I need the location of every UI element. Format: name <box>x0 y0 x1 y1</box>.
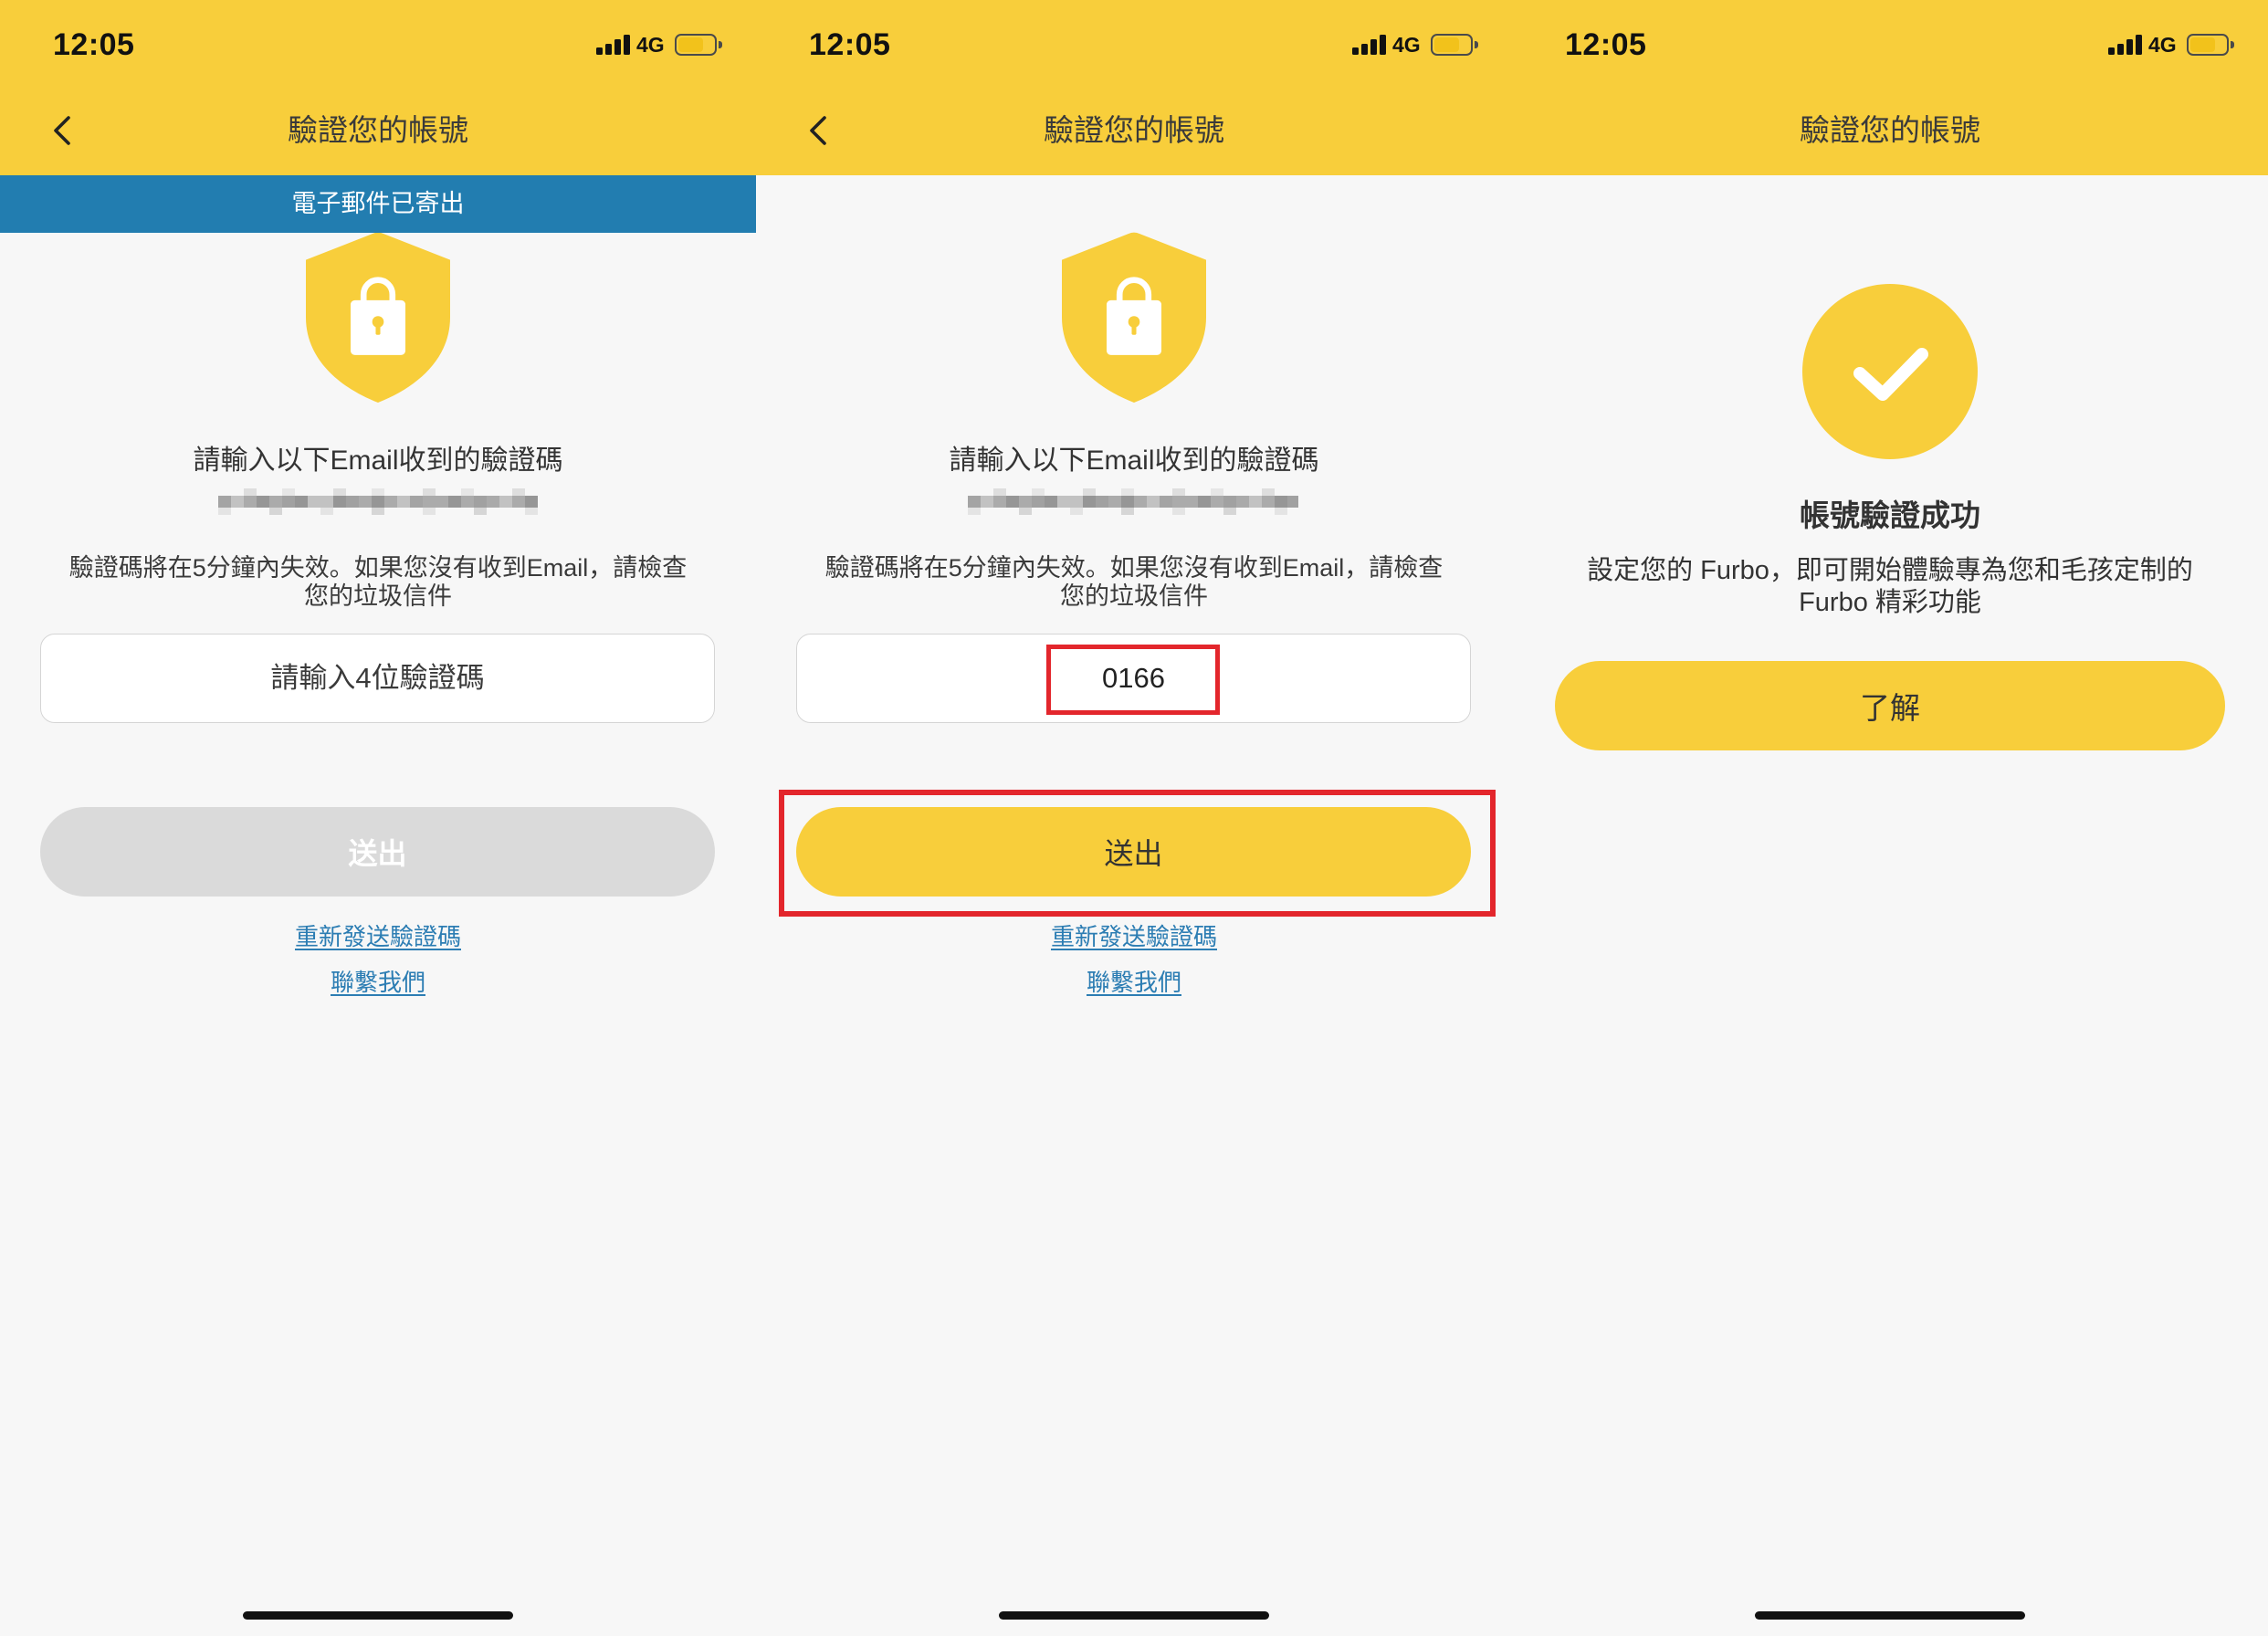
battery-fill <box>1434 37 1459 52</box>
page-title: 驗證您的帳號 <box>1044 113 1224 147</box>
code-input[interactable] <box>40 634 715 723</box>
expiry-note: 驗證碼將在5分鐘內失效。如果您沒有收到Email，請檢查 您的垃圾信件 <box>0 554 756 611</box>
page-title: 驗證您的帳號 <box>288 113 468 147</box>
success-description: 設定您的 Furbo，即可開始體驗專為您和毛孩定制的 Furbo 精彩功能 <box>1512 555 2268 619</box>
signal-bars-icon <box>596 35 631 55</box>
home-indicator[interactable] <box>1755 1611 2025 1620</box>
resend-code-row: 重新發送驗證碼 <box>756 920 1512 953</box>
battery-cap <box>719 41 722 48</box>
status-time: 12:05 <box>1565 27 1647 62</box>
confirm-button[interactable]: 了解 <box>1555 661 2225 750</box>
email-sent-banner: 電子郵件已寄出 <box>0 175 756 233</box>
submit-button[interactable]: 送出 <box>796 807 1471 897</box>
battery-fill <box>678 37 703 52</box>
verification-prompt: 請輸入以下Email收到的驗證碼 <box>193 446 563 476</box>
redacted-email <box>218 488 538 515</box>
status-time: 12:05 <box>809 27 891 62</box>
home-indicator[interactable] <box>243 1611 513 1620</box>
battery-icon <box>2187 34 2229 56</box>
status-time: 12:05 <box>53 27 135 62</box>
expiry-note-line: 您的垃圾信件 <box>1060 582 1208 610</box>
resend-code-row: 重新發送驗證碼 <box>0 920 756 953</box>
page-title: 驗證您的帳號 <box>1800 113 1980 147</box>
app-header: 12:05 4G 驗證您的帳號 <box>1512 0 2268 175</box>
success-description-line: 設定您的 Furbo，即可開始體驗專為您和毛孩定制的 <box>1587 556 2193 585</box>
shield-lock-icon <box>306 232 450 403</box>
screen-verify-success: 12:05 4G 驗證您的帳號 帳號驗證成功 設定您的 Furbo，即可開始體驗… <box>1512 0 2268 1636</box>
app-header: 12:05 4G 驗證您的帳號 <box>756 0 1512 175</box>
success-heading: 帳號驗證成功 <box>1800 498 1980 532</box>
signal-bars-icon <box>2108 35 2143 55</box>
contact-us-link[interactable]: 聯繫我們 <box>331 969 425 996</box>
contact-us-row: 聯繫我們 <box>756 966 1512 999</box>
network-type: 4G <box>1392 33 1421 57</box>
expiry-note: 驗證碼將在5分鐘內失效。如果您沒有收到Email，請檢查 您的垃圾信件 <box>756 554 1512 611</box>
expiry-note-line: 驗證碼將在5分鐘內失效。如果您沒有收到Email，請檢查 <box>824 554 1444 582</box>
battery-icon <box>675 34 717 56</box>
signal-bars-icon <box>1352 35 1387 55</box>
check-circle-icon <box>1802 284 1978 459</box>
verification-prompt: 請輸入以下Email收到的驗證碼 <box>949 446 1319 476</box>
shield-lock-icon <box>1062 232 1206 403</box>
battery-cap <box>1475 41 1478 48</box>
success-description-line: Furbo 精彩功能 <box>1799 588 1981 617</box>
code-input[interactable] <box>796 634 1471 723</box>
home-indicator[interactable] <box>999 1611 1269 1620</box>
battery-icon <box>1431 34 1473 56</box>
expiry-note-line: 您的垃圾信件 <box>304 582 452 610</box>
network-type: 4G <box>2148 33 2177 57</box>
battery-fill <box>2190 37 2215 52</box>
app-header: 12:05 4G 驗證您的帳號 <box>0 0 756 175</box>
contact-us-link[interactable]: 聯繫我們 <box>1087 969 1181 996</box>
redacted-email <box>968 488 1298 515</box>
battery-cap <box>2231 41 2234 48</box>
submit-button[interactable]: 送出 <box>40 807 715 897</box>
resend-code-link[interactable]: 重新發送驗證碼 <box>295 923 461 950</box>
screen-verify-email-sent: 12:05 4G 驗證您的帳號 電子郵件已寄出 請輸入以下Email收到的驗證碼… <box>0 0 756 1636</box>
expiry-note-line: 驗證碼將在5分鐘內失效。如果您沒有收到Email，請檢查 <box>68 554 688 582</box>
resend-code-link[interactable]: 重新發送驗證碼 <box>1051 923 1217 950</box>
network-type: 4G <box>636 33 665 57</box>
screen-verify-code-entered: 12:05 4G 驗證您的帳號 請輸入以下Email收到的驗證碼 驗證碼將在5分… <box>756 0 1512 1636</box>
contact-us-row: 聯繫我們 <box>0 966 756 999</box>
